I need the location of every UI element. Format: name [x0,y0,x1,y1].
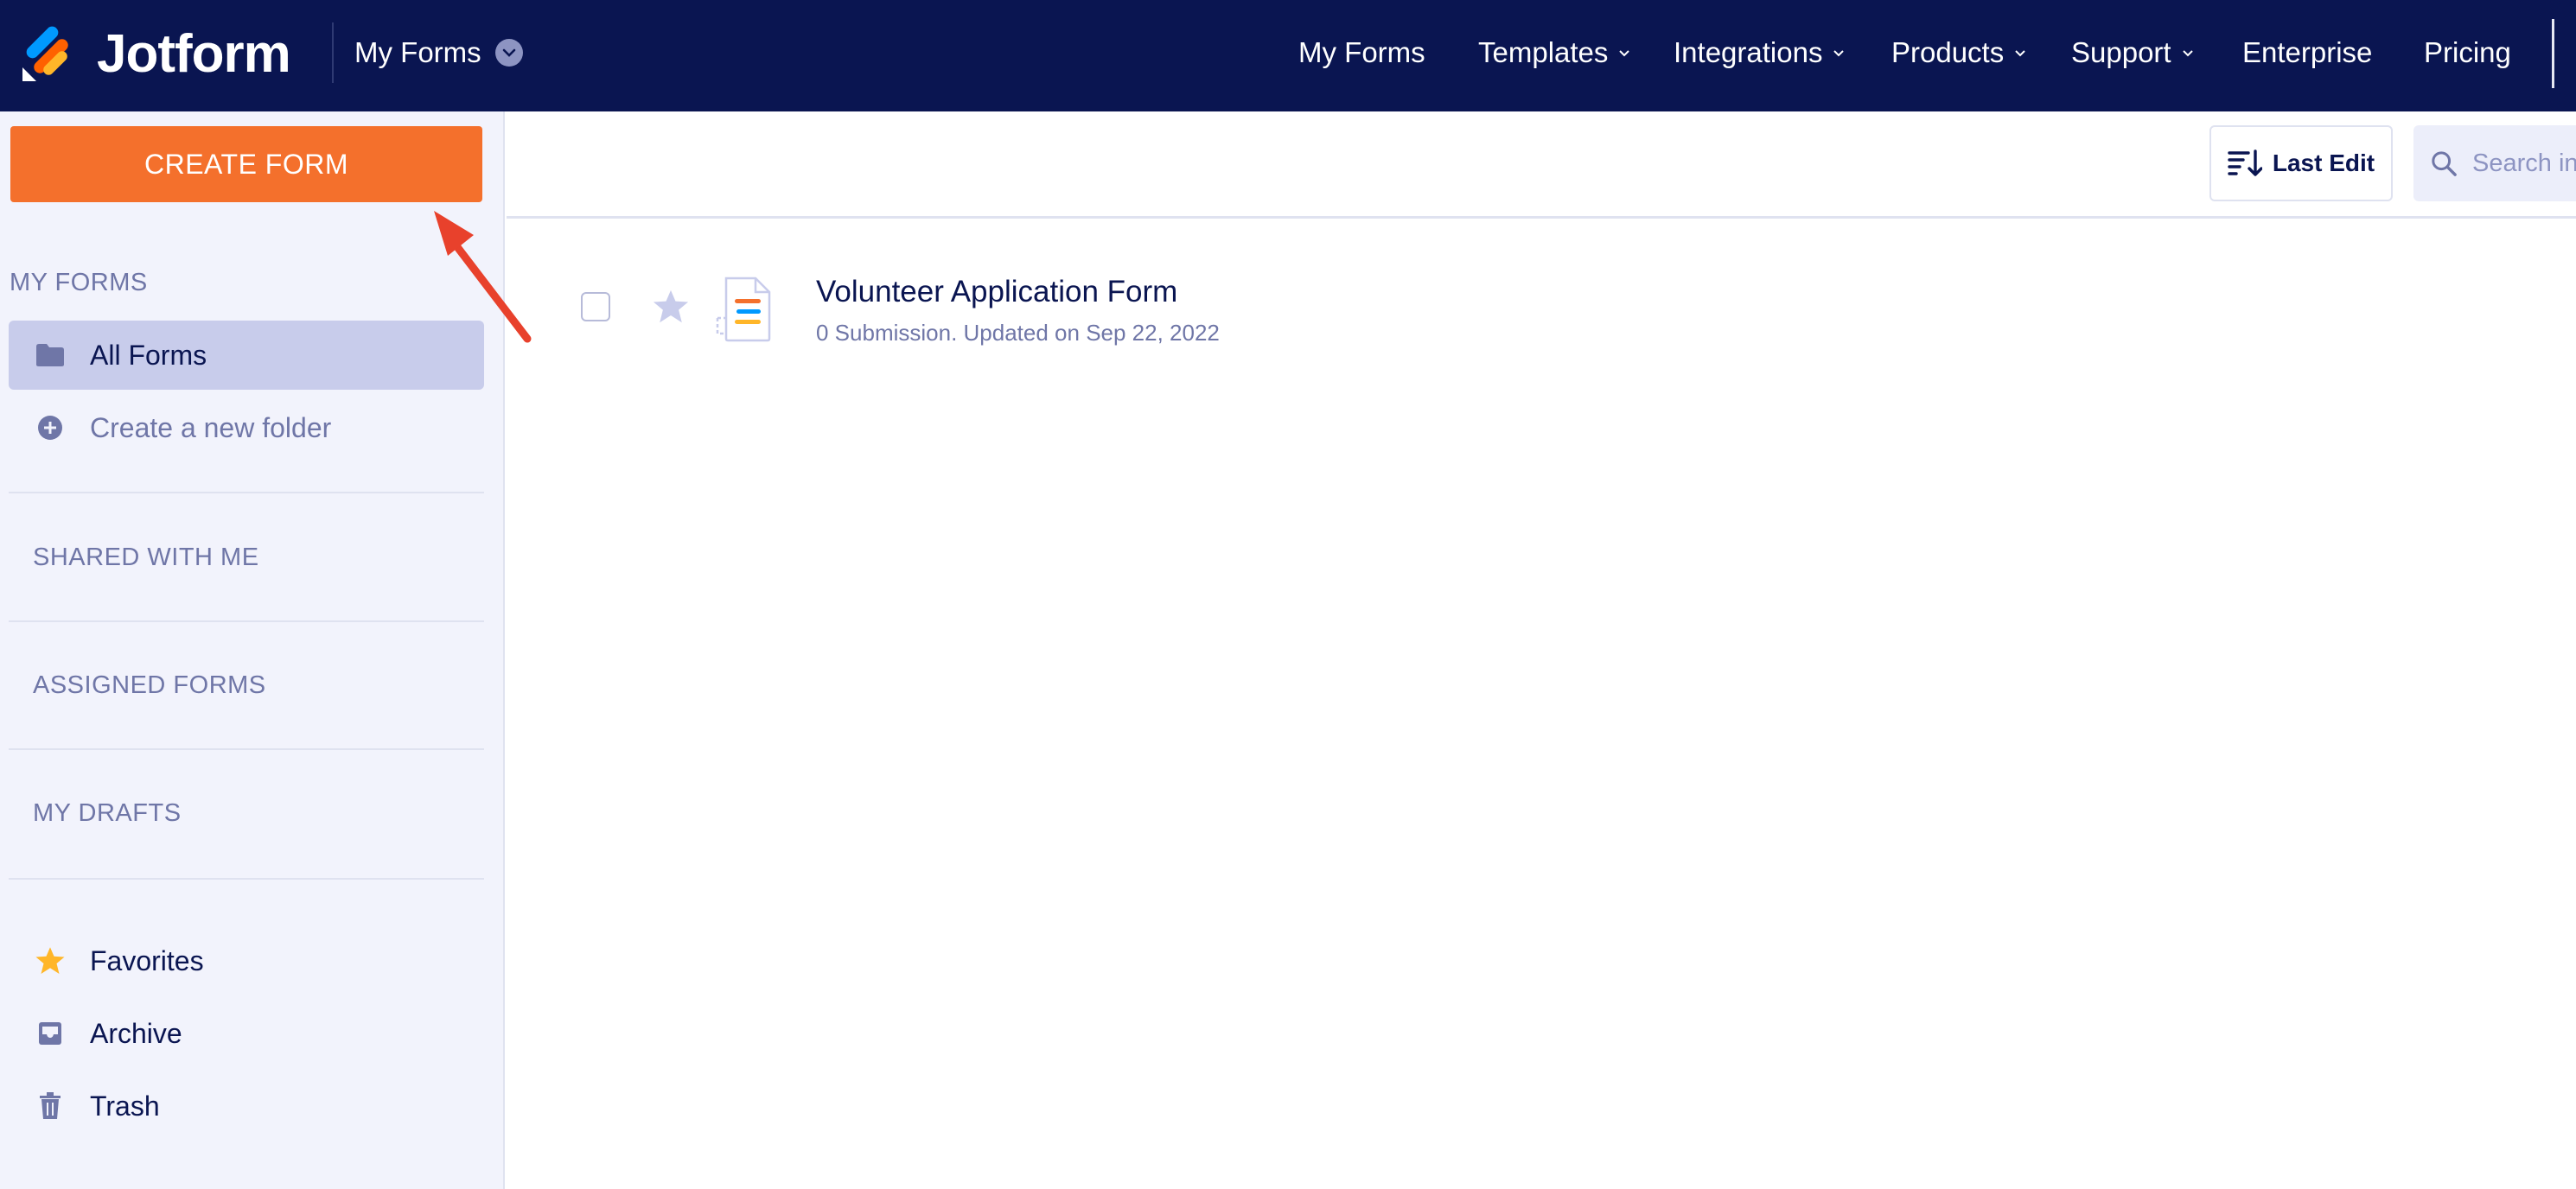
my-forms-dropdown[interactable]: My Forms [354,24,523,81]
archive-tray-icon [35,1018,66,1049]
my-forms-dropdown-label: My Forms [354,36,481,68]
create-form-button[interactable]: CREATE FORM [10,126,482,202]
nav-templates[interactable]: Templates [1478,24,1630,81]
my-drafts-link[interactable]: MY DRAFTS [33,799,182,828]
chevron-down-icon [494,39,523,67]
trash-icon [35,1090,66,1122]
sidebar-item-all-forms[interactable]: All Forms [9,321,484,390]
chevron-down-icon [2182,48,2194,57]
nav-label: Templates [1478,36,1609,68]
forms-toolbar: Last Edit [507,111,2576,219]
form-title[interactable]: Volunteer Application Form [816,275,1177,309]
chevron-down-icon [1833,48,1845,57]
nav-label: Pricing [2424,36,2511,68]
search-box[interactable] [2413,125,2576,201]
sidebar-item-label: Archive [90,1017,182,1049]
header-divider [332,22,334,83]
sidebar-item-label: Create a new folder [90,411,332,443]
jotform-logo-icon [22,26,68,81]
nav-pricing[interactable]: Pricing [2424,24,2511,81]
header-right-divider [2552,19,2554,88]
plus-circle-icon [35,412,66,443]
nav-label: Integrations [1674,36,1823,68]
sidebar-item-favorites[interactable]: Favorites [9,926,484,995]
sidebar-item-label: Favorites [90,944,204,976]
form-list-item[interactable]: Volunteer Application Form 0 Submission.… [507,251,1544,372]
assigned-forms-link[interactable]: ASSIGNED FORMS [33,671,266,700]
nav-label: My Forms [1298,36,1425,68]
jotform-logo[interactable]: Jotform [19,24,291,85]
sort-button-label: Last Edit [2272,149,2375,176]
sidebar-item-archive[interactable]: Archive [9,999,484,1068]
annotation-arrow-icon [434,211,532,343]
shared-with-me-link[interactable]: SHARED WITH ME [33,544,259,572]
my-forms-section-label: MY FORMS [10,269,148,296]
search-input[interactable] [2472,149,2576,178]
sidebar-item-label: Trash [90,1090,160,1122]
form-select-checkbox[interactable] [581,292,610,321]
sort-icon [2228,149,2262,176]
nav-support[interactable]: Support [2071,24,2194,81]
brand-name: Jotform [97,24,291,84]
favorite-star-icon[interactable] [652,289,690,327]
folder-icon [35,340,66,371]
top-navigation-bar: Jotform My Forms My Forms Templates Inte… [0,0,2576,111]
form-subtitle: 0 Submission. Updated on Sep 22, 2022 [816,320,1220,346]
nav-label: Support [2071,36,2171,68]
star-icon [35,945,66,976]
nav-label: Products [1891,36,2005,68]
nav-integrations[interactable]: Integrations [1674,24,1845,81]
chevron-down-icon [1618,48,1630,57]
nav-my-forms[interactable]: My Forms [1298,24,1425,81]
create-folder-button[interactable]: Create a new folder [9,393,484,462]
sidebar-divider [9,492,484,493]
chevron-down-icon [2014,48,2026,57]
form-document-icon [716,277,776,342]
nav-products[interactable]: Products [1891,24,2026,81]
sidebar-divider [9,878,484,880]
sidebar-item-label: All Forms [90,339,207,371]
sidebar-divider [9,748,484,750]
sidebar-item-trash[interactable]: Trash [9,1071,484,1141]
sidebar-divider [9,620,484,622]
nav-enterprise[interactable]: Enterprise [2242,24,2372,81]
sort-button[interactable]: Last Edit [2209,125,2393,201]
nav-label: Enterprise [2242,36,2373,68]
search-icon [2432,151,2457,176]
